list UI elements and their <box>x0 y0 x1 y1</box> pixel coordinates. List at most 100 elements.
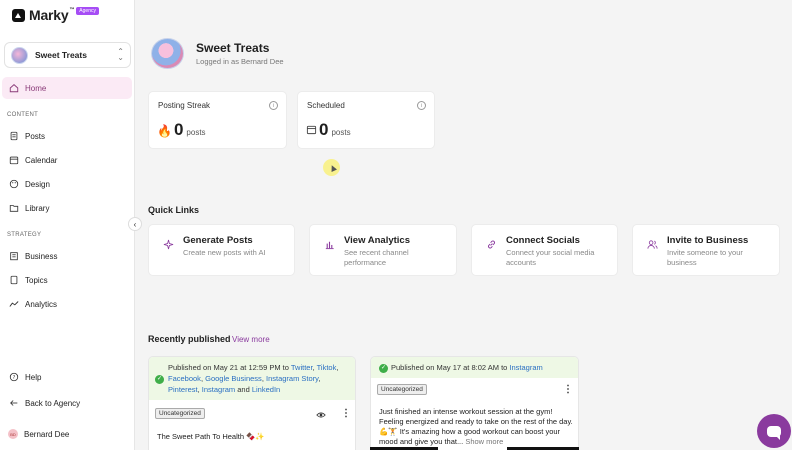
sidebar-item-topics[interactable]: Topics <box>2 269 132 291</box>
sidebar-item-label: Design <box>25 179 50 189</box>
sidebar-item-label: Home <box>25 83 47 93</box>
sidebar-item-label: Calendar <box>25 155 58 165</box>
info-icon[interactable]: i <box>417 101 426 110</box>
user-name: Bernard Dee <box>24 429 70 439</box>
sidebar-user[interactable]: BD Bernard Dee <box>2 423 132 445</box>
fire-icon: 🔥 <box>157 124 172 138</box>
calendar-icon <box>8 155 19 166</box>
platform-link[interactable]: Twitter <box>291 363 313 372</box>
sidebar-item-back-to-agency[interactable]: Back to Agency <box>2 392 132 414</box>
sidebar-item-library[interactable]: Library <box>2 197 132 219</box>
quick-link-title: View Analytics <box>344 235 411 246</box>
more-options-icon[interactable]: ⋮ <box>563 384 573 395</box>
page-title: Sweet Treats <box>196 41 270 55</box>
sidebar-item-help[interactable]: ? Help <box>2 366 132 388</box>
posting-streak-card: Posting Streak i 🔥 0 posts <box>148 91 287 149</box>
chevron-up-down-icon: ⌃ ⌄ <box>117 47 124 62</box>
sidebar-item-label: Back to Agency <box>25 398 81 408</box>
sidebar: Marky™ Agency Sweet Treats ⌃ ⌄ Home CONTE… <box>0 0 135 450</box>
published-post-card[interactable]: ✓ Published on May 21 at 12:59 PM to Twi… <box>148 356 356 450</box>
post-text: The Sweet Path To Health 🍫✨ <box>157 432 265 441</box>
business-avatar <box>11 46 28 64</box>
platform-link[interactable]: Instagram Story <box>266 374 318 383</box>
stat-unit: posts <box>331 128 351 137</box>
quick-link-desc: Connect your social media accounts <box>506 248 595 267</box>
calendar-icon <box>306 124 317 138</box>
document-icon <box>8 131 19 142</box>
sidebar-item-posts[interactable]: Posts <box>2 125 132 147</box>
quick-link-invite-to-business[interactable]: Invite to Business Invite someone to you… <box>632 224 780 276</box>
check-circle-icon: ✓ <box>155 375 164 384</box>
sidebar-item-design[interactable]: Design <box>2 173 132 195</box>
quick-link-view-analytics[interactable]: View Analytics See recent channel perfor… <box>309 224 457 276</box>
more-options-icon[interactable]: ⋮ <box>341 408 351 419</box>
avatar: BD <box>8 429 18 439</box>
logged-in-as: Logged in as Bernard Dee <box>196 57 284 66</box>
sidebar-item-label: Topics <box>25 275 48 285</box>
eye-icon[interactable] <box>316 410 326 420</box>
published-info: ✓ Published on May 21 at 12:59 PM to Twi… <box>149 357 355 400</box>
palette-icon <box>8 179 19 190</box>
platform-link[interactable]: Pinterest <box>168 385 198 394</box>
collapse-sidebar-button[interactable]: ‹ <box>128 217 142 231</box>
strategy-section-label: STRATEGY <box>7 232 42 238</box>
platform-link[interactable]: Google Business <box>205 374 262 383</box>
published-info: ✓ Published on May 17 at 8:02 AM to Insta… <box>371 357 578 378</box>
file-icon <box>8 275 19 286</box>
app-name: Marky™ <box>29 7 75 23</box>
view-more-link[interactable]: View more <box>232 335 270 344</box>
recently-published-title: Recently published <box>148 334 231 344</box>
building-icon <box>8 251 19 262</box>
category-tag[interactable]: Uncategorized <box>155 408 205 419</box>
quick-link-connect-socials[interactable]: Connect Socials Connect your social medi… <box>471 224 618 276</box>
platform-link[interactable]: Facebook <box>168 374 201 383</box>
sidebar-item-label: Posts <box>25 131 46 141</box>
platform-link[interactable]: Instagram <box>509 363 542 372</box>
platform-link[interactable]: LinkedIn <box>252 385 280 394</box>
stat-title: Posting Streak <box>158 101 211 110</box>
sidebar-item-label: Analytics <box>25 299 58 309</box>
link-icon <box>485 238 497 250</box>
sidebar-item-label: Library <box>25 203 50 213</box>
folder-icon <box>8 203 19 214</box>
chat-support-button[interactable] <box>757 414 791 448</box>
sidebar-item-home[interactable]: Home <box>2 77 132 99</box>
published-post-card[interactable]: ✓ Published on May 17 at 8:02 AM to Insta… <box>370 356 579 450</box>
business-name: Sweet Treats <box>35 50 87 60</box>
quick-link-desc: See recent channel performance <box>344 248 409 267</box>
business-selector[interactable]: Sweet Treats ⌃ ⌄ <box>4 42 131 68</box>
post-text: Just finished an intense workout session… <box>379 407 573 446</box>
help-icon: ? <box>8 372 19 383</box>
info-icon[interactable]: i <box>269 101 278 110</box>
category-tag[interactable]: Uncategorized <box>377 384 427 395</box>
show-more-link[interactable]: Show more <box>465 437 503 446</box>
quick-link-desc: Create new posts with AI <box>183 248 266 257</box>
bar-chart-icon <box>323 238 335 250</box>
sidebar-item-business[interactable]: Business <box>2 245 132 267</box>
platform-link[interactable]: Tiktok <box>317 363 337 372</box>
stat-value: 0 <box>319 120 329 139</box>
scheduled-card: Scheduled i 0 posts <box>297 91 435 149</box>
users-icon <box>646 238 658 250</box>
quick-link-generate-posts[interactable]: Generate Posts Create new posts with AI <box>148 224 295 276</box>
stat-unit: posts <box>186 128 206 137</box>
sidebar-item-label: Help <box>25 372 42 382</box>
svg-text:?: ? <box>12 375 15 381</box>
quick-link-title: Connect Socials <box>506 235 580 246</box>
platform-link[interactable]: Instagram <box>202 385 235 394</box>
agency-badge: Agency <box>76 7 99 15</box>
sidebar-item-analytics[interactable]: Analytics <box>2 293 132 315</box>
arrow-left-icon <box>8 398 19 409</box>
sidebar-item-calendar[interactable]: Calendar <box>2 149 132 171</box>
sidebar-item-label: Business <box>25 251 58 261</box>
home-icon <box>8 83 19 94</box>
chevron-left-icon: ‹ <box>133 219 137 229</box>
business-logo <box>151 38 184 69</box>
check-circle-icon: ✓ <box>379 363 388 373</box>
app-logo[interactable]: Marky™ Agency <box>12 7 99 23</box>
quick-link-desc: Invite someone to your business <box>667 248 743 267</box>
chat-icon <box>767 425 781 440</box>
sparkle-icon <box>162 238 174 250</box>
stat-title: Scheduled <box>307 101 345 110</box>
quick-links-title: Quick Links <box>148 205 200 215</box>
